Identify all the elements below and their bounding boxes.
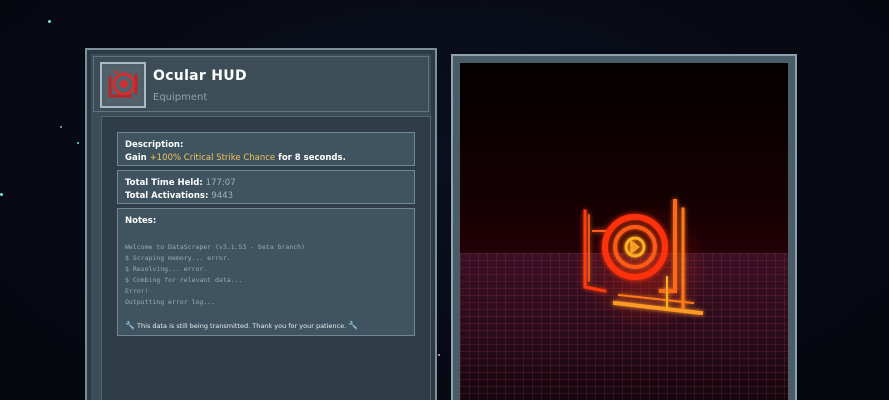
description-label: Description: [125,140,184,150]
ocular-hud-icon [100,62,146,108]
item-category: Equipment [153,92,208,103]
item-details-area: Description: Gain +100% Critical Strike … [101,116,431,400]
wrench-icon: 🔧 [348,321,359,330]
notes-log: Welcome to DataScraper (v3.1.53 - beta b… [125,243,306,306]
activations-value: 9443 [211,191,233,201]
time-held-label: Total Time Held: [125,178,203,188]
notes-footer: 🔧 This data is still being transmitted. … [125,321,358,330]
time-held-row: Total Time Held: 177:07 [125,177,407,190]
activations-label: Total Activations: [125,191,209,201]
description-highlight: +100% Critical Strike Chance [149,153,276,163]
notes-card: Notes: Welcome to DataScraper (v3.1.53 -… [117,208,415,336]
ocular-hud-model [575,191,715,325]
stats-card: Total Time Held: 177:07 Total Activation… [117,170,415,204]
star [77,142,79,144]
description-text: Gain +100% Critical Strike Chance for 8 … [125,152,407,165]
description-card: Description: Gain +100% Critical Strike … [117,132,415,166]
star [0,193,3,196]
time-held-value: 177:07 [205,178,236,188]
activations-row: Total Activations: 9443 [125,190,407,203]
description-suffix: for 8 seconds. [275,153,346,163]
wrench-icon: 🔧 [125,321,135,330]
item-title: Ocular HUD [153,68,247,84]
model-viewer-frame [451,54,797,400]
item-info-panel: Ocular HUD Equipment Description: Gain +… [85,48,437,400]
notes-label: Notes: [125,216,157,226]
star [438,354,440,356]
model-viewer[interactable] [460,63,788,400]
description-prefix: Gain [125,153,150,163]
star [48,20,51,23]
star [60,126,62,128]
notes-footer-text: This data is still being transmitted. Th… [137,322,347,330]
